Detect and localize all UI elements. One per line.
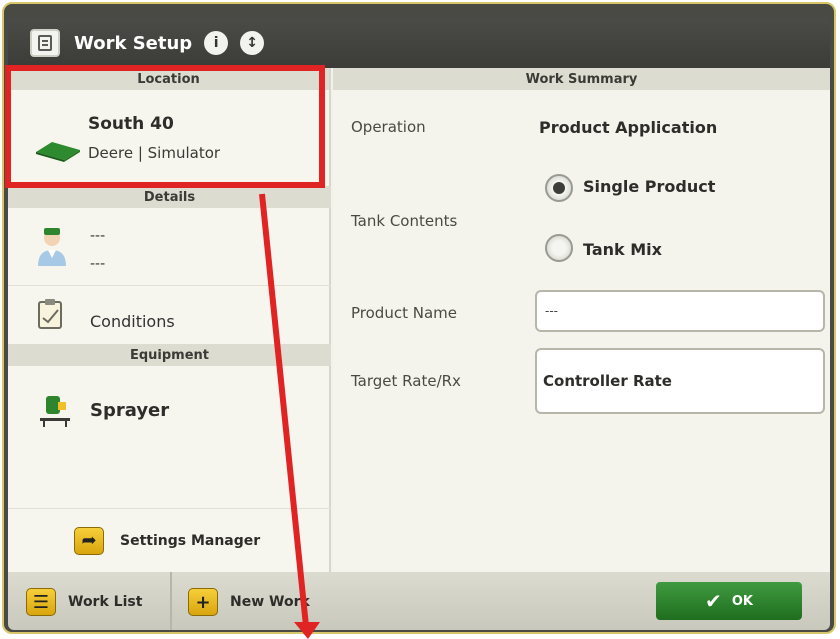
- check-icon: ✔: [705, 589, 722, 613]
- tank-contents-label: Tank Contents: [351, 212, 458, 230]
- operator-line-2: ---: [90, 256, 106, 272]
- new-work-label: New Work: [230, 594, 310, 610]
- conditions-item[interactable]: Conditions: [8, 288, 331, 340]
- bottom-bar: ☰ Work List + New Work ✔ OK: [8, 572, 830, 630]
- product-name-value: ---: [545, 304, 558, 318]
- title-bar: Work Setup i ↕: [8, 18, 830, 68]
- ok-label: OK: [731, 593, 753, 609]
- tank-mix-label[interactable]: Tank Mix: [583, 240, 662, 259]
- product-name-label: Product Name: [351, 304, 457, 322]
- details-header: Details: [8, 186, 331, 208]
- operator-icon: [38, 228, 66, 266]
- single-product-label[interactable]: Single Product: [583, 177, 715, 196]
- operator-item[interactable]: --- ---: [8, 208, 331, 286]
- new-work-button[interactable]: + New Work: [188, 584, 310, 620]
- window-title: Work Setup: [74, 32, 193, 54]
- target-rate-value: Controller Rate: [543, 372, 672, 390]
- right-panel: Work Summary Operation Product Applicati…: [333, 68, 830, 572]
- target-rate-field[interactable]: Controller Rate: [535, 348, 825, 414]
- location-highlight-box: [5, 65, 325, 188]
- tank-mix-radio[interactable]: [545, 234, 573, 262]
- work-list-button[interactable]: ☰ Work List: [26, 584, 142, 620]
- arrow-curve-icon: ➦: [74, 526, 104, 555]
- info-icon[interactable]: i: [204, 31, 229, 55]
- plus-icon: +: [188, 588, 218, 616]
- ok-button[interactable]: ✔ OK: [656, 582, 802, 620]
- settings-manager-button[interactable]: ➦ Settings Manager: [8, 508, 331, 572]
- equipment-item[interactable]: Sprayer: [8, 366, 331, 446]
- settings-manager-label: Settings Manager: [120, 532, 261, 549]
- clipboard-icon: [38, 299, 62, 329]
- list-icon: ☰: [26, 588, 56, 616]
- work-setup-icon: [30, 29, 60, 57]
- work-list-label: Work List: [68, 594, 143, 610]
- single-product-radio[interactable]: [545, 174, 573, 202]
- bottom-divider: [170, 572, 172, 630]
- operation-label: Operation: [351, 118, 426, 136]
- sprayer-icon: [40, 396, 70, 427]
- screen: Work Setup i ↕ Location South 40 Deere |…: [0, 0, 840, 639]
- operator-line-1: ---: [90, 228, 106, 244]
- product-name-field[interactable]: ---: [535, 290, 825, 332]
- sort-icon[interactable]: ↕: [240, 31, 265, 55]
- equipment-label: Sprayer: [90, 400, 170, 421]
- conditions-label: Conditions: [90, 312, 175, 331]
- target-rate-label: Target Rate/Rx: [351, 372, 461, 390]
- operation-value: Product Application: [539, 118, 718, 137]
- equipment-header: Equipment: [8, 344, 331, 366]
- work-summary-header: Work Summary: [333, 68, 830, 90]
